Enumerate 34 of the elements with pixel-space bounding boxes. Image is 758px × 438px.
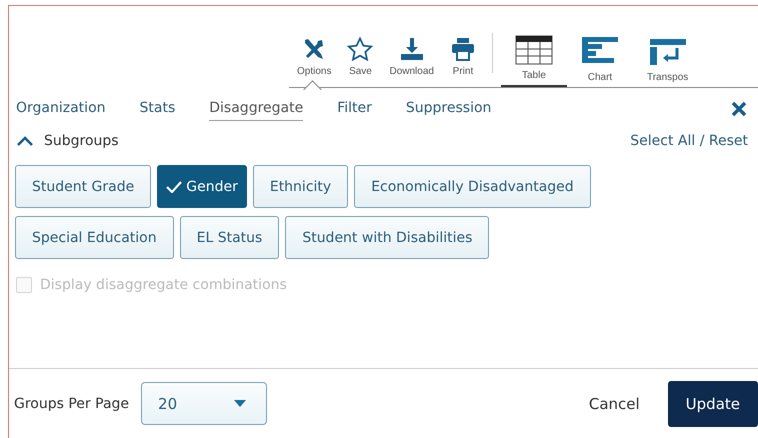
subgroup-toggle[interactable]: Gender <box>157 165 247 208</box>
select-all-reset-link[interactable]: Select All / Reset <box>630 133 748 149</box>
subgroup-toggle[interactable]: Economically Disadvantaged <box>354 165 591 208</box>
subgroup-toggle[interactable]: Special Education <box>15 216 174 259</box>
tab[interactable]: Filter <box>337 96 372 121</box>
printer-icon <box>450 37 476 61</box>
transpose-icon <box>648 37 687 67</box>
toolbar-button[interactable]: Print <box>442 25 484 87</box>
view-button[interactable]: Chart <box>566 27 633 87</box>
view-button[interactable]: Table <box>500 27 567 87</box>
toolbar-button[interactable]: Download <box>381 25 442 87</box>
check-icon <box>166 180 182 192</box>
tab[interactable]: Disaggregate <box>209 96 304 121</box>
caret-icon <box>234 400 246 407</box>
close-icon[interactable] <box>730 100 748 118</box>
view-button[interactable]: Transpos <box>632 27 702 87</box>
checkbox-label: Display disaggregate combinations <box>40 277 287 293</box>
toolbar-button[interactable]: Save <box>339 25 382 87</box>
subgroup-toggle[interactable]: Student with Disabilities <box>285 216 490 259</box>
update-button[interactable]: Update <box>668 380 758 426</box>
tab[interactable]: Suppression <box>406 96 492 121</box>
star-icon <box>347 37 374 61</box>
section-toggle[interactable]: Subgroups <box>16 133 119 149</box>
chevron-icon <box>16 135 34 147</box>
cancel-button[interactable]: Cancel <box>582 394 646 414</box>
tab[interactable]: Organization <box>16 96 106 121</box>
subgroup-toggle[interactable]: Student Grade <box>15 165 152 208</box>
groups-per-page-dropdown[interactable]: 20 <box>141 382 268 425</box>
download-icon <box>398 37 425 61</box>
groups-per-page-label: Groups Per Page <box>14 396 130 412</box>
tab[interactable]: Stats <box>140 96 176 121</box>
subgroup-toggle[interactable]: Ethnicity <box>252 165 348 208</box>
table-icon <box>514 35 553 65</box>
subgroup-toggle[interactable]: EL Status <box>180 216 280 259</box>
